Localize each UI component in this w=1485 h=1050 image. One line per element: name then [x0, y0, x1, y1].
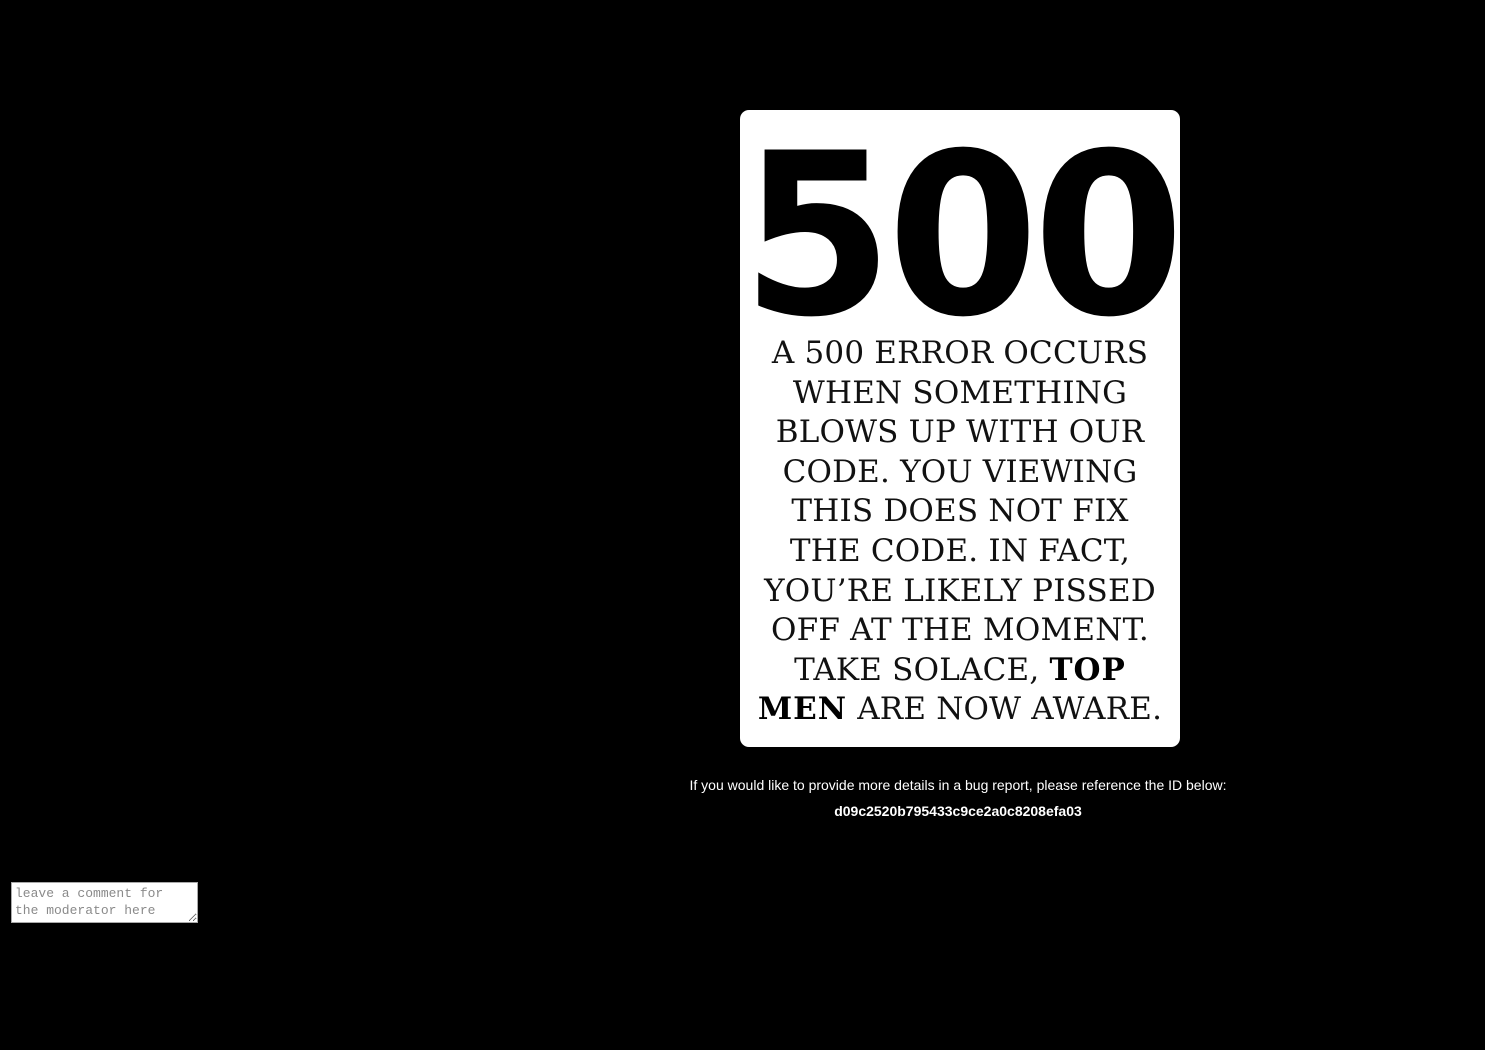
solace-text: TAKE SOLACE,: [794, 651, 1050, 688]
error-code-heading: 500: [741, 110, 1180, 367]
error-message-line: OFF AT THE MOMENT.: [771, 612, 1149, 649]
bug-report-note: If you would like to provide more detail…: [689, 777, 1227, 793]
aware-text: ARE NOW AWARE.: [847, 691, 1163, 728]
error-message-line: WHEN SOMETHING: [792, 374, 1128, 411]
top-emphasis: TOP: [1049, 651, 1126, 688]
men-emphasis: MEN: [757, 691, 848, 728]
error-message-line: THE CODE. IN FACT,: [789, 532, 1131, 569]
error-card: 500 A 500 ERROR OCCURS WHEN SOMETHING BL…: [740, 110, 1180, 747]
bug-report-id: d09c2520b795433c9ce2a0c8208efa03: [834, 803, 1082, 819]
error-message: A 500 ERROR OCCURS WHEN SOMETHING BLOWS …: [740, 334, 1180, 730]
error-message-line: BLOWS UP WITH OUR: [775, 414, 1145, 451]
error-message-line: A 500 ERROR OCCURS: [771, 335, 1149, 371]
error-message-line: CODE. YOU VIEWING: [782, 453, 1138, 490]
moderator-comment-input[interactable]: [11, 882, 198, 923]
error-message-line: TAKE SOLACE, TOP: [740, 651, 1180, 691]
error-message-line: MEN ARE NOW AWARE.: [740, 690, 1180, 730]
error-message-line: YOU’RE LIKELY PISSED: [764, 572, 1156, 609]
error-message-line: THIS DOES NOT FIX: [791, 493, 1129, 530]
